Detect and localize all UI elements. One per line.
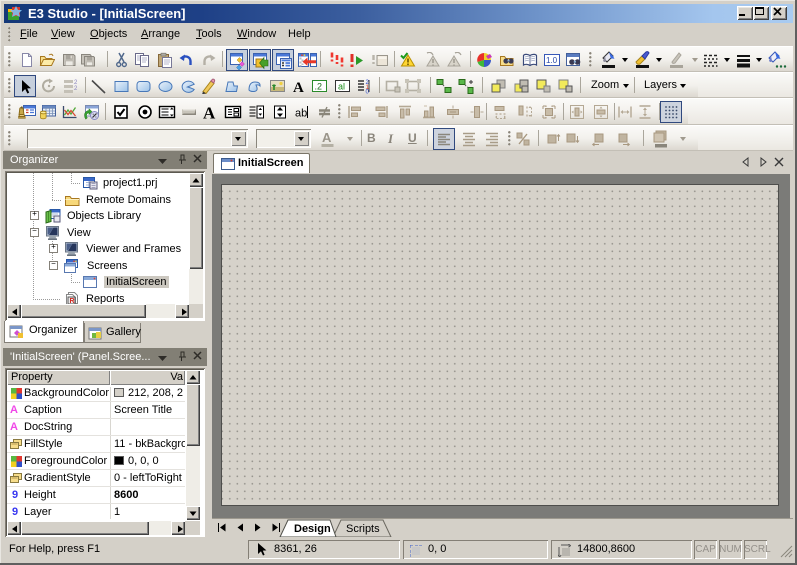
- svg-text:Design: Design: [294, 523, 331, 535]
- svg-text:A: A: [203, 104, 216, 120]
- svg-text:1.0: 1.0: [546, 56, 558, 65]
- svg-text:al: al: [338, 82, 345, 92]
- svg-text:2: 2: [74, 86, 78, 92]
- svg-text:A: A: [322, 130, 332, 145]
- svg-text:.2: .2: [315, 82, 323, 92]
- svg-text:ab: ab: [295, 108, 307, 120]
- svg-text:Scripts: Scripts: [346, 523, 380, 535]
- svg-text:A: A: [293, 80, 304, 94]
